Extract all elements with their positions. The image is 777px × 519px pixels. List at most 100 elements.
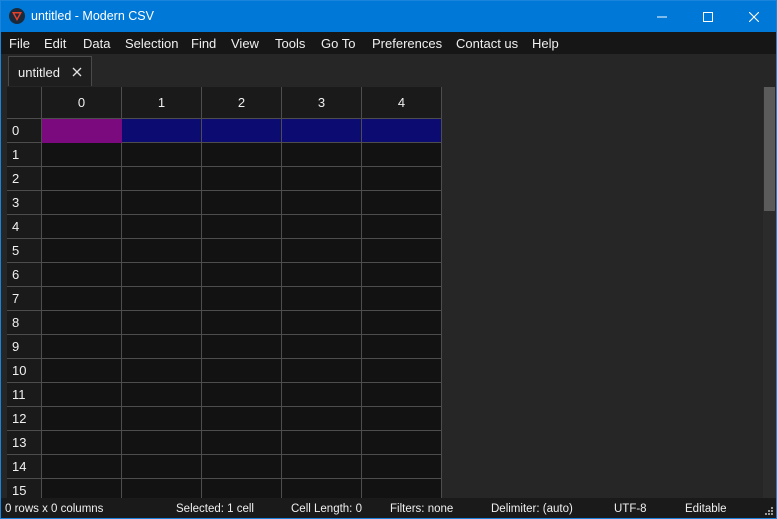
- close-window-button[interactable]: [731, 1, 777, 32]
- grid-cell[interactable]: [362, 287, 442, 311]
- menu-data[interactable]: Data: [83, 36, 110, 51]
- grid-cell[interactable]: [42, 191, 122, 215]
- grid-cell[interactable]: [42, 383, 122, 407]
- menu-preferences[interactable]: Preferences: [372, 36, 442, 51]
- grid-cell[interactable]: [122, 119, 202, 143]
- grid-cell[interactable]: [122, 311, 202, 335]
- close-icon[interactable]: [71, 66, 83, 78]
- row-header[interactable]: 2: [7, 167, 42, 191]
- grid-cell[interactable]: [362, 335, 442, 359]
- grid-cell[interactable]: [282, 119, 362, 143]
- menu-file[interactable]: File: [9, 36, 30, 51]
- grid-cell[interactable]: [202, 311, 282, 335]
- grid-cell[interactable]: [122, 407, 202, 431]
- tab-untitled[interactable]: untitled: [8, 56, 92, 86]
- grid-cell[interactable]: [282, 407, 362, 431]
- grid-cell[interactable]: [202, 143, 282, 167]
- grid-cell[interactable]: [122, 479, 202, 498]
- row-header[interactable]: 5: [7, 239, 42, 263]
- grid-cell[interactable]: [42, 119, 122, 143]
- minimize-button[interactable]: [639, 1, 685, 32]
- grid-cell[interactable]: [202, 167, 282, 191]
- row-header[interactable]: 3: [7, 191, 42, 215]
- grid-cell[interactable]: [202, 239, 282, 263]
- grid-cell[interactable]: [122, 167, 202, 191]
- row-header[interactable]: 8: [7, 311, 42, 335]
- grid-cell[interactable]: [42, 431, 122, 455]
- grid-cell[interactable]: [362, 239, 442, 263]
- grid-cell[interactable]: [202, 431, 282, 455]
- grid-cell[interactable]: [282, 167, 362, 191]
- grid-cell[interactable]: [362, 215, 442, 239]
- grid-cell[interactable]: [362, 143, 442, 167]
- column-header[interactable]: 4: [362, 87, 442, 119]
- grid-cell[interactable]: [122, 239, 202, 263]
- grid-cell[interactable]: [282, 143, 362, 167]
- grid-cell[interactable]: [282, 479, 362, 498]
- grid-cell[interactable]: [202, 287, 282, 311]
- grid-cell[interactable]: [282, 455, 362, 479]
- grid-cell[interactable]: [362, 479, 442, 498]
- row-header[interactable]: 0: [7, 119, 42, 143]
- row-header[interactable]: 13: [7, 431, 42, 455]
- grid-cell[interactable]: [362, 263, 442, 287]
- grid-cell[interactable]: [282, 263, 362, 287]
- grid-cell[interactable]: [202, 455, 282, 479]
- grid-cell[interactable]: [122, 383, 202, 407]
- grid-cell[interactable]: [42, 263, 122, 287]
- grid-cell[interactable]: [202, 383, 282, 407]
- grid-cell[interactable]: [282, 215, 362, 239]
- resize-grip-icon[interactable]: [764, 506, 774, 516]
- grid-cell[interactable]: [42, 335, 122, 359]
- grid-cell[interactable]: [202, 263, 282, 287]
- grid-cell[interactable]: [42, 455, 122, 479]
- grid-cell[interactable]: [282, 311, 362, 335]
- grid-cell[interactable]: [122, 359, 202, 383]
- row-header[interactable]: 7: [7, 287, 42, 311]
- grid-cell[interactable]: [122, 263, 202, 287]
- grid-cell[interactable]: [282, 359, 362, 383]
- grid-cell[interactable]: [42, 215, 122, 239]
- menu-contact-us[interactable]: Contact us: [456, 36, 518, 51]
- grid-cell[interactable]: [282, 431, 362, 455]
- grid-cell[interactable]: [42, 407, 122, 431]
- grid-cell[interactable]: [202, 479, 282, 498]
- grid-cell[interactable]: [362, 407, 442, 431]
- menu-tools[interactable]: Tools: [275, 36, 305, 51]
- row-header[interactable]: 4: [7, 215, 42, 239]
- column-header[interactable]: 0: [42, 87, 122, 119]
- menu-find[interactable]: Find: [191, 36, 216, 51]
- grid-cell[interactable]: [202, 191, 282, 215]
- row-header[interactable]: 11: [7, 383, 42, 407]
- row-header[interactable]: 10: [7, 359, 42, 383]
- grid-cell[interactable]: [42, 167, 122, 191]
- column-header[interactable]: 2: [202, 87, 282, 119]
- grid-cell[interactable]: [362, 311, 442, 335]
- grid-cell[interactable]: [282, 335, 362, 359]
- row-header[interactable]: 6: [7, 263, 42, 287]
- maximize-button[interactable]: [685, 1, 731, 32]
- grid-cell[interactable]: [282, 287, 362, 311]
- menu-selection[interactable]: Selection: [125, 36, 178, 51]
- title-bar[interactable]: untitled - Modern CSV: [1, 1, 776, 32]
- grid-cell[interactable]: [42, 311, 122, 335]
- grid-cell[interactable]: [122, 335, 202, 359]
- grid-cell[interactable]: [122, 191, 202, 215]
- grid-cell[interactable]: [42, 359, 122, 383]
- grid-cell[interactable]: [122, 431, 202, 455]
- grid-cell[interactable]: [42, 239, 122, 263]
- vertical-scrollbar[interactable]: [763, 87, 776, 498]
- column-header[interactable]: 1: [122, 87, 202, 119]
- menu-go-to[interactable]: Go To: [321, 36, 355, 51]
- menu-edit[interactable]: Edit: [44, 36, 66, 51]
- column-header[interactable]: 3: [282, 87, 362, 119]
- grid-cell[interactable]: [122, 215, 202, 239]
- row-header[interactable]: 12: [7, 407, 42, 431]
- grid-cell[interactable]: [42, 479, 122, 498]
- menu-help[interactable]: Help: [532, 36, 559, 51]
- grid-cell[interactable]: [362, 383, 442, 407]
- select-all-corner[interactable]: [7, 87, 42, 119]
- grid-cell[interactable]: [202, 215, 282, 239]
- grid-cell[interactable]: [362, 359, 442, 383]
- grid-cell[interactable]: [202, 335, 282, 359]
